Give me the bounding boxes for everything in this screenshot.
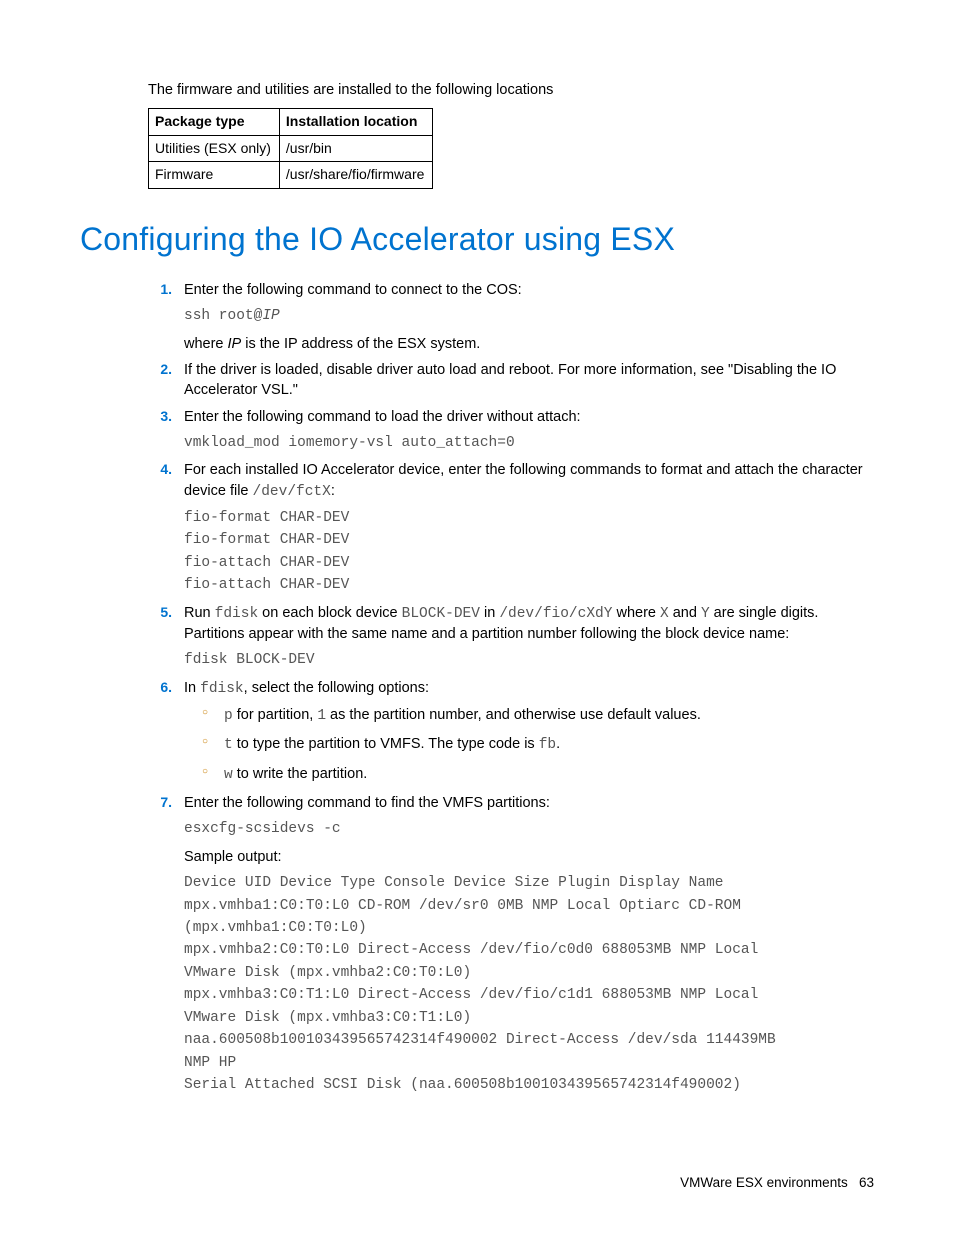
step-number: 1. — [148, 280, 172, 300]
footer-page-number: 63 — [859, 1175, 874, 1190]
step-text: Run fdisk on each block device BLOCK-DEV… — [184, 603, 874, 645]
footer-section: VMWare ESX environments — [680, 1175, 848, 1190]
sub-list: p for partition, 1 as the partition numb… — [202, 705, 874, 785]
inline-code: Y — [701, 606, 710, 622]
step-text: Enter the following command to load the … — [184, 407, 874, 427]
table-row: Firmware /usr/share/fio/firmware — [149, 162, 433, 189]
step-number: 6. — [148, 678, 172, 698]
code-block: fio-format CHAR-DEV fio-format CHAR-DEV … — [184, 507, 874, 597]
sub-item: t to type the partition to VMFS. The typ… — [202, 734, 874, 755]
table-cell: /usr/bin — [279, 135, 432, 162]
table-header: Installation location — [279, 109, 432, 136]
text: to write the partition. — [233, 766, 368, 782]
inline-code: w — [224, 767, 233, 783]
code-text: ssh root@ — [184, 308, 262, 324]
table-cell: Firmware — [149, 162, 280, 189]
code-block: esxcfg-scsidevs -c — [184, 818, 874, 840]
step-3: 3. Enter the following command to load t… — [148, 407, 874, 455]
step-number: 7. — [148, 793, 172, 813]
code-block: vmkload_mod iomemory-vsl auto_attach=0 — [184, 432, 874, 454]
step-number: 4. — [148, 460, 172, 480]
step-2: 2. If the driver is loaded, disable driv… — [148, 360, 874, 401]
text: : — [331, 483, 335, 499]
text: Run — [184, 605, 215, 621]
table-header-row: Package type Installation location — [149, 109, 433, 136]
text: In — [184, 680, 200, 696]
inline-code: p — [224, 708, 233, 724]
sub-item: w to write the partition. — [202, 764, 874, 785]
inline-code: 1 — [317, 708, 326, 724]
step-5: 5. Run fdisk on each block device BLOCK-… — [148, 603, 874, 672]
text: to type the partition to VMFS. The type … — [233, 736, 539, 752]
section-heading: Configuring the IO Accelerator using ESX — [80, 217, 874, 262]
sample-output-label: Sample output: — [184, 847, 874, 867]
text: on each block device — [258, 605, 401, 621]
steps-list: 1. Enter the following command to connec… — [148, 280, 874, 1097]
text: and — [669, 605, 701, 621]
step-1: 1. Enter the following command to connec… — [148, 280, 874, 354]
inline-code: fb — [539, 737, 556, 753]
table-cell: Utilities (ESX only) — [149, 135, 280, 162]
inline-code: /dev/fctX — [253, 484, 331, 500]
intro-text: The firmware and utilities are installed… — [148, 80, 874, 100]
step-text: For each installed IO Accelerator device… — [184, 460, 874, 502]
step-number: 5. — [148, 603, 172, 623]
page-footer: VMWare ESX environments 63 — [680, 1174, 874, 1193]
inline-code: fdisk — [200, 681, 244, 697]
text: where — [612, 605, 660, 621]
inline-code: t — [224, 737, 233, 753]
step-4: 4. For each installed IO Accelerator dev… — [148, 460, 874, 596]
step-number: 3. — [148, 407, 172, 427]
table-header: Package type — [149, 109, 280, 136]
code-italic: IP — [262, 308, 279, 324]
step-text: Enter the following command to find the … — [184, 793, 874, 813]
step-text: In fdisk, select the following options: — [184, 678, 874, 699]
document-page: The firmware and utilities are installed… — [0, 0, 954, 1235]
text: is the IP address of the ESX system. — [241, 336, 480, 352]
step-note: where IP is the IP address of the ESX sy… — [184, 334, 874, 354]
inline-code: BLOCK-DEV — [402, 606, 480, 622]
text: where — [184, 336, 228, 352]
step-7: 7. Enter the following command to find t… — [148, 793, 874, 1097]
step-text: If the driver is loaded, disable driver … — [184, 360, 874, 401]
italic-text: IP — [228, 336, 242, 352]
table-cell: /usr/share/fio/firmware — [279, 162, 432, 189]
text: in — [480, 605, 499, 621]
text: as the partition number, and otherwise u… — [326, 707, 701, 723]
code-block: fdisk BLOCK-DEV — [184, 649, 874, 671]
step-text: Enter the following command to connect t… — [184, 280, 874, 300]
text: , select the following options: — [244, 680, 429, 696]
code-block: ssh root@IP — [184, 305, 874, 327]
inline-code: /dev/fio/cXdY — [499, 606, 612, 622]
text: for partition, — [233, 707, 318, 723]
sample-output: Device UID Device Type Console Device Si… — [184, 872, 874, 1097]
table-row: Utilities (ESX only) /usr/bin — [149, 135, 433, 162]
text: . — [556, 736, 560, 752]
step-number: 2. — [148, 360, 172, 380]
inline-code: fdisk — [215, 606, 259, 622]
inline-code: X — [660, 606, 669, 622]
package-location-table: Package type Installation location Utili… — [148, 108, 433, 189]
sub-item: p for partition, 1 as the partition numb… — [202, 705, 874, 726]
step-6: 6. In fdisk, select the following option… — [148, 678, 874, 785]
